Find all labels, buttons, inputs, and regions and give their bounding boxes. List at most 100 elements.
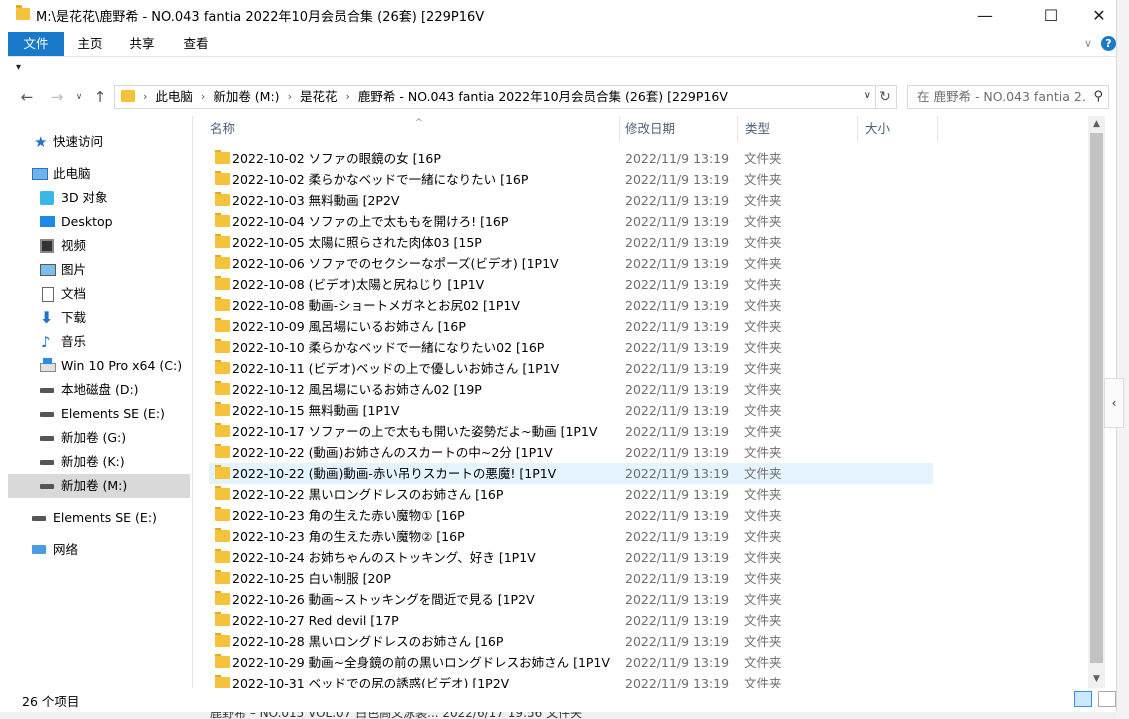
table-row[interactable]: 2022-10-23 角の生えた赤い魔物② [16P 2022/11/9 13:1… — [209, 526, 933, 547]
sidebar-item-drive-c[interactable]: Win 10 Pro x64 (C:) — [8, 354, 190, 378]
table-row[interactable]: 2022-10-09 風呂場にいるお姉さん [16P 2022/11/9 13:1… — [209, 316, 933, 337]
sidebar-item-3d-objects[interactable]: 3D 对象 — [8, 186, 190, 210]
folder-icon — [215, 633, 230, 647]
drive-icon — [40, 388, 54, 393]
sidebar-item-quick-access[interactable]: ★ 快速访问 — [8, 130, 190, 154]
sidebar-item-drive-m[interactable]: 新加卷 (M:) — [8, 474, 190, 498]
table-row[interactable]: 2022-10-22 黒いロングドレスのお姉さん [16P 2022/11/9 1… — [209, 484, 933, 505]
sidebar-item-network[interactable]: 网络 — [8, 538, 190, 562]
tab-share[interactable]: 共享 — [120, 32, 164, 56]
forward-arrow-icon[interactable]: → — [46, 86, 68, 108]
scroll-up-icon[interactable]: ▲ — [1088, 116, 1105, 133]
sidebar-item-videos[interactable]: 视频 — [8, 234, 190, 258]
help-icon[interactable]: ? — [1101, 36, 1116, 51]
chevron-right-icon[interactable]: › — [199, 86, 207, 108]
file-type: 文件夹 — [744, 571, 782, 586]
desktop-icon — [40, 216, 55, 227]
vertical-scrollbar[interactable]: ▲ ▼ — [1088, 116, 1105, 688]
table-row[interactable]: 2022-10-31 ベッドでの尻の誘惑(ビデオ) [1P2V 2022/11/9… — [209, 673, 933, 688]
tab-file[interactable]: 文件 — [8, 32, 64, 56]
breadcrumb-folder-parent[interactable]: 是花花 — [294, 86, 344, 108]
table-row[interactable]: 2022-10-03 無料動画 [2P2V 2022/11/9 13:19 文件夹 — [209, 190, 933, 211]
table-row[interactable]: 2022-10-28 黒いロングドレスのお姉さん [16P 2022/11/9 1… — [209, 631, 933, 652]
tab-home[interactable]: 主页 — [68, 32, 112, 56]
details-view-icon[interactable] — [1074, 691, 1092, 707]
sidebar-item-drive-e-external[interactable]: Elements SE (E:) — [8, 506, 190, 530]
address-bar[interactable]: › 此电脑 › 新加卷 (M:) › 是花花 › 鹿野希 - NO.043 fa… — [114, 85, 876, 109]
table-row[interactable]: 2022-10-22 (動画)動画-赤い吊りスカートの悪魔! [1P1V 2022… — [209, 463, 933, 484]
table-row[interactable]: 2022-10-24 お姉ちゃんのストッキング、好き [1P1V 2022/11/… — [209, 547, 933, 568]
minimize-button[interactable]: — — [962, 0, 1008, 30]
scrollbar-thumb[interactable] — [1090, 133, 1103, 663]
close-button[interactable]: ✕ — [1076, 0, 1122, 30]
back-arrow-icon[interactable]: ← — [16, 86, 38, 108]
table-row[interactable]: 2022-10-15 無料動画 [1P1V 2022/11/9 13:19 文件夹 — [209, 400, 933, 421]
column-size[interactable]: 大小 — [858, 116, 938, 142]
table-row[interactable]: 2022-10-22 (動画)お姉さんのスカートの中~2分 [1P1V 2022/… — [209, 442, 933, 463]
table-row[interactable]: 2022-10-27 Red devil [17P 2022/11/9 13:19… — [209, 610, 933, 631]
table-row[interactable]: 2022-10-26 動画~ストッキングを間近で見る [1P2V 2022/11/… — [209, 589, 933, 610]
table-row[interactable]: 2022-10-10 柔らかなベッドで一緒になりたい02 [16P 2022/11… — [209, 337, 933, 358]
sort-ascending-icon: ^ — [415, 118, 423, 128]
sidebar-item-downloads[interactable]: ⬇ 下载 — [8, 306, 190, 330]
sidebar-item-drive-e[interactable]: Elements SE (E:) — [8, 402, 190, 426]
folder-icon — [215, 192, 230, 206]
column-header: 名称 ^ 修改日期 类型 大小 — [193, 116, 1086, 142]
table-row[interactable]: 2022-10-08 動画-ショートメガネとお尻02 [1P1V 2022/11/… — [209, 295, 933, 316]
folder-icon — [215, 549, 230, 563]
file-list: 名称 ^ 修改日期 类型 大小 2022-10-02 ソファの眼鏡の女 [16P… — [193, 116, 1086, 688]
search-icon[interactable]: ⚲ — [1093, 89, 1103, 104]
recent-dropdown-icon[interactable]: ∨ — [68, 86, 90, 108]
tab-view[interactable]: 查看 — [174, 32, 218, 56]
sidebar-item-desktop[interactable]: Desktop — [8, 210, 190, 234]
sidebar-item-pictures[interactable]: 图片 — [8, 258, 190, 282]
table-row[interactable]: 2022-10-05 太陽に照らされた肉体03 [15P 2022/11/9 13… — [209, 232, 933, 253]
column-name[interactable]: 名称 ^ — [203, 116, 620, 142]
breadcrumb-drive-m[interactable]: 新加卷 (M:) — [207, 86, 285, 108]
table-row[interactable]: 2022-10-25 白い制服 [20P 2022/11/9 13:19 文件夹 — [209, 568, 933, 589]
chevron-right-icon[interactable]: › — [286, 86, 294, 108]
folder-icon — [215, 465, 230, 479]
table-row[interactable]: 2022-10-02 ソファの眼鏡の女 [16P 2022/11/9 13:19 文… — [209, 148, 933, 169]
sidebar-item-label: Win 10 Pro x64 (C:) — [61, 358, 183, 373]
column-date[interactable]: 修改日期 — [618, 116, 738, 142]
folder-icon — [215, 402, 230, 416]
scroll-down-icon[interactable]: ▼ — [1088, 671, 1105, 688]
sidebar-item-drive-d[interactable]: 本地磁盘 (D:) — [8, 378, 190, 402]
title-bar[interactable]: M:\是花花\鹿野希 - NO.043 fantia 2022年10月会员合集 … — [0, 0, 1116, 30]
folder-icon — [215, 654, 230, 668]
maximize-button[interactable]: ☐ — [1028, 0, 1074, 30]
table-row[interactable]: 2022-10-17 ソファーの上で太もも開いた姿勢だよ~動画 [1P1V 202… — [209, 421, 933, 442]
table-row[interactable]: 2022-10-04 ソファの上で太ももを開けろ! [16P 2022/11/9 … — [209, 211, 933, 232]
customize-toolbar-icon[interactable]: ▾ — [16, 62, 21, 73]
file-type: 文件夹 — [744, 655, 782, 670]
sidebar-item-documents[interactable]: 文档 — [8, 282, 190, 306]
column-name-label: 名称 — [210, 121, 236, 136]
sidebar-item-drive-k[interactable]: 新加卷 (K:) — [8, 450, 190, 474]
table-row[interactable]: 2022-10-02 柔らかなベッドで一緒になりたい [16P 2022/11/9… — [209, 169, 933, 190]
large-icons-view-icon[interactable] — [1098, 691, 1116, 707]
file-type: 文件夹 — [744, 277, 782, 292]
chevron-right-icon[interactable]: › — [141, 86, 149, 108]
chevron-left-icon[interactable]: ‹ — [1104, 378, 1124, 428]
sidebar-item-music[interactable]: ♪ 音乐 — [8, 330, 190, 354]
table-row[interactable]: 2022-10-12 風呂場にいるお姉さん02 [19P 2022/11/9 13… — [209, 379, 933, 400]
chevron-down-icon[interactable]: ∨ — [864, 90, 871, 101]
column-type[interactable]: 类型 — [738, 116, 858, 142]
chevron-right-icon[interactable]: › — [343, 86, 351, 108]
table-row[interactable]: 2022-10-11 (ビデオ)ベッドの上で優しいお姉さん [1P1V 2022/… — [209, 358, 933, 379]
up-arrow-icon[interactable]: ↑ — [89, 86, 111, 108]
table-row[interactable]: 2022-10-08 (ビデオ)太陽と尻ねじり [1P1V 2022/11/9 1… — [209, 274, 933, 295]
table-row[interactable]: 2022-10-29 動画~全身鏡の前の黒いロングドレスお姉さん [1P1V 20… — [209, 652, 933, 673]
table-row[interactable]: 2022-10-06 ソファでのセクシーなポーズ(ビデオ) [1P1V 2022/… — [209, 253, 933, 274]
sidebar-item-drive-g[interactable]: 新加卷 (G:) — [8, 426, 190, 450]
sidebar-item-this-pc[interactable]: 此电脑 — [8, 162, 190, 186]
breadcrumb-this-pc[interactable]: 此电脑 — [149, 86, 199, 108]
table-row[interactable]: 2022-10-23 角の生えた赤い魔物① [16P 2022/11/9 13:1… — [209, 505, 933, 526]
folder-icon — [16, 5, 30, 20]
expand-ribbon-icon[interactable]: ∨ — [1084, 37, 1092, 50]
refresh-icon[interactable]: ↻ — [874, 85, 897, 109]
music-icon: ♪ — [41, 333, 51, 351]
breadcrumb-current-folder[interactable]: 鹿野希 - NO.043 fantia 2022年10月会员合集 (26套) [… — [352, 86, 734, 108]
search-input[interactable]: 在 鹿野希 - NO.043 fantia 2... ⚲ — [907, 85, 1109, 109]
